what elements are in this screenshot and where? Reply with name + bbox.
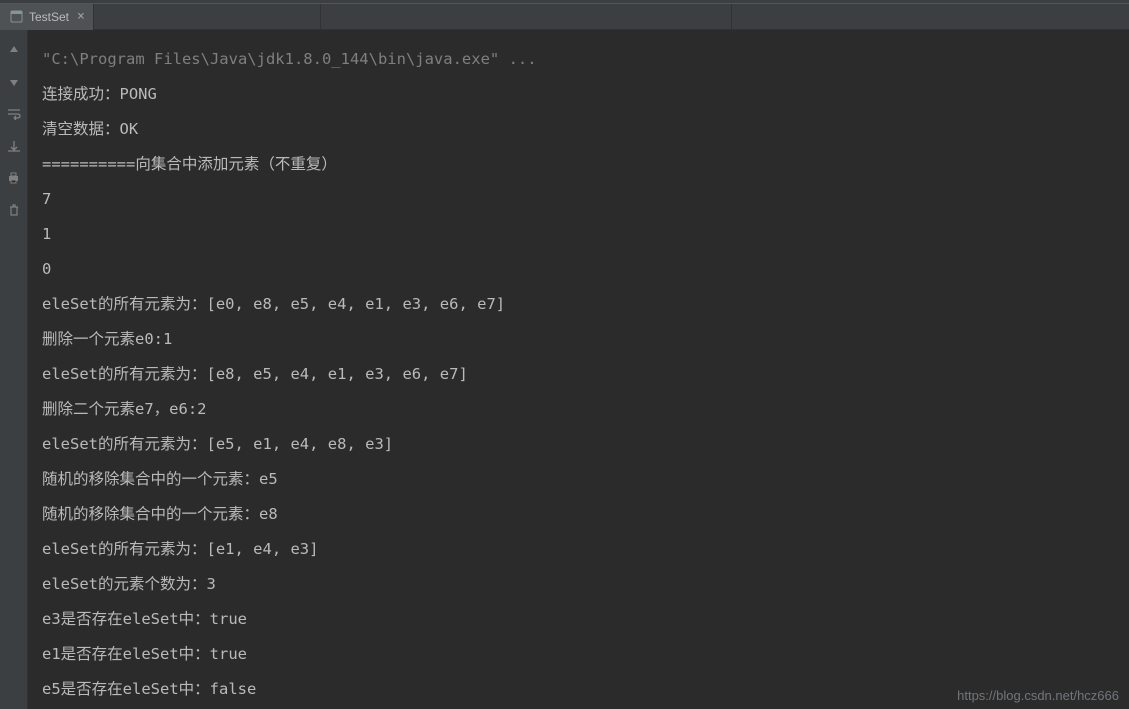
console-line: "C:\Program Files\Java\jdk1.8.0_144\bin\…: [42, 42, 1129, 77]
down-arrow-icon[interactable]: [6, 74, 22, 90]
tab-label: TestSet: [29, 10, 69, 24]
console-line: eleSet的元素个数为：3: [42, 567, 1129, 602]
console-line: e1是否存在eleSet中：true: [42, 637, 1129, 672]
console-line: eleSet的所有元素为：[e0, e8, e5, e4, e1, e3, e6…: [42, 287, 1129, 322]
run-config-icon: [10, 10, 23, 23]
console-line: 1: [42, 217, 1129, 252]
console-line: 连接成功：PONG: [42, 77, 1129, 112]
gutter-toolbar: [0, 30, 28, 709]
console-line: 删除一个元素e0:1: [42, 322, 1129, 357]
wrap-icon[interactable]: [6, 106, 22, 122]
print-icon[interactable]: [6, 170, 22, 186]
trash-icon[interactable]: [6, 202, 22, 218]
console-line: eleSet的所有元素为：[e1, e4, e3]: [42, 532, 1129, 567]
console-line: ==========向集合中添加元素（不重复）: [42, 147, 1129, 182]
console-output[interactable]: "C:\Program Files\Java\jdk1.8.0_144\bin\…: [28, 30, 1129, 709]
up-arrow-icon[interactable]: [6, 42, 22, 58]
console-line: 删除二个元素e7，e6:2: [42, 392, 1129, 427]
main-area: "C:\Program Files\Java\jdk1.8.0_144\bin\…: [0, 30, 1129, 709]
console-line: 清空数据：OK: [42, 112, 1129, 147]
console-line: 7: [42, 182, 1129, 217]
tab-bar: TestSet ×: [0, 4, 1129, 30]
console-line: e3是否存在eleSet中：true: [42, 602, 1129, 637]
watermark: https://blog.csdn.net/hcz666: [957, 688, 1119, 703]
console-line: eleSet的所有元素为：[e8, e5, e4, e1, e3, e6, e7…: [42, 357, 1129, 392]
export-icon[interactable]: [6, 138, 22, 154]
close-icon[interactable]: ×: [77, 10, 85, 23]
console-line: 随机的移除集合中的一个元素：e8: [42, 497, 1129, 532]
console-line: 随机的移除集合中的一个元素：e5: [42, 462, 1129, 497]
tab-dividers: [94, 4, 1129, 30]
console-line: 0: [42, 252, 1129, 287]
console-line: eleSet的所有元素为：[e5, e1, e4, e8, e3]: [42, 427, 1129, 462]
tab-testset[interactable]: TestSet ×: [0, 4, 94, 30]
